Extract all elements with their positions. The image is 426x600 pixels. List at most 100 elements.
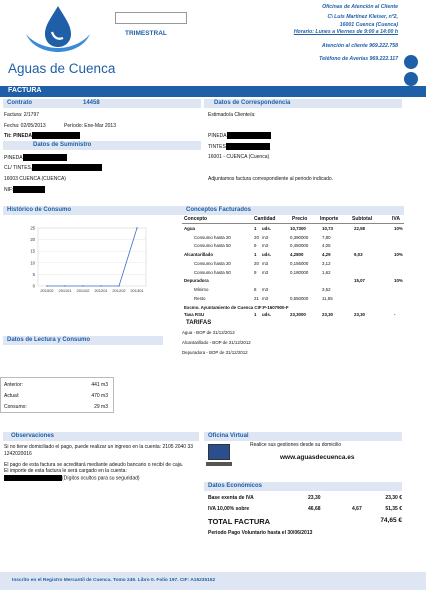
- reading-previous: Anterior: 441 m3: [4, 382, 108, 388]
- chart-point: [100, 285, 102, 287]
- fault-icon: [404, 72, 418, 86]
- concept-cell-u: m3: [262, 295, 269, 301]
- supply-nif: NIF:: [4, 186, 46, 193]
- tasa-row: Tasa RSU 1 uds. 23,3000 23,30 23,30 -: [184, 312, 396, 317]
- concepts-header: Concepto Cantidad Precio Importe Subtota…: [182, 216, 404, 224]
- concept-cell-i: 7,80: [322, 234, 331, 240]
- total-row: TOTAL FACTURA 74,65 €: [208, 517, 402, 526]
- concepts-title: Conceptos Facturados: [186, 207, 252, 213]
- concept-cell-p: 0,450000: [290, 243, 309, 249]
- concept-cell-s: 9,03: [354, 252, 363, 258]
- concept-cell-i: 11,55: [322, 295, 333, 301]
- logo: Aguas de Cuenca: [8, 4, 115, 76]
- concept-cell-p: 0,390000: [290, 234, 309, 240]
- chart-y-tick-label: 25: [30, 226, 35, 231]
- virtual-office-url[interactable]: www.aguasdecuenca.es: [280, 454, 355, 461]
- chart-x-tick-label: 201201: [94, 288, 108, 293]
- correspondence-bar: Datos de Correspondencia: [204, 99, 402, 108]
- invoice-period: Período: Ene-Mar 2013: [64, 123, 116, 129]
- supply-bar: Datos de Suministro: [3, 141, 201, 150]
- concept-cell-c: Alcantarillado: [184, 252, 214, 258]
- chart-point: [46, 285, 48, 287]
- concept-cell-i: 1,62: [322, 269, 331, 275]
- economics-bar: Datos Económicos: [204, 482, 402, 491]
- footer-registry: Inscrito en el Registro Mercantil de Cue…: [12, 578, 216, 583]
- concept-row: Resto 21 m3 0,550000 11,55: [182, 296, 404, 304]
- concept-cell-c: Mínimo: [194, 286, 209, 292]
- correspondence-greeting: Estimado/a Cliente/a:: [208, 112, 256, 118]
- concept-cell-c: Consumo hasta 50: [194, 269, 231, 275]
- concept-cell-s: 15,07: [354, 278, 365, 284]
- observations-text: Si no tiene domiciliado el pago, puede r…: [4, 444, 200, 482]
- concept-cell-p: 0,550000: [290, 295, 309, 301]
- concept-cell-q: 21: [254, 295, 259, 301]
- chart-y-tick-label: 15: [30, 249, 35, 254]
- office-title: Oficinas de Atención al Cliente: [322, 4, 398, 10]
- virtual-office-title: Oficina Virtual: [208, 433, 249, 439]
- reading-consumption: Consumo: 29 m3: [4, 404, 108, 410]
- concept-cell-s: 22,58: [354, 226, 365, 231]
- concept-row: Agua 1 uds. 10,7300 10,73 22,58 10%: [182, 226, 404, 234]
- supply-title: Datos de Suministro: [33, 142, 92, 148]
- billing-period-box: [115, 12, 187, 24]
- concept-cell-q: 9: [254, 269, 257, 275]
- fault-phone: Teléfono de Averías 969.222.117: [319, 56, 398, 63]
- virtual-office-text: Realice sus gestiones desde su domicilio: [250, 442, 342, 448]
- due-date: Periodo Pago Voluntario hasta el 30/06/2…: [208, 530, 313, 536]
- tarifa-agua: Agua - BOP de 31/12/2012: [182, 330, 235, 335]
- concept-cell-u: m3: [262, 234, 269, 240]
- concept-cell-q: 1: [254, 252, 257, 258]
- concept-cell-i: 4,05: [322, 243, 331, 249]
- concept-cell-i: 4,29: [322, 252, 331, 258]
- office-address-1: C\ Luis Martinez Kleiser, nº2,: [327, 14, 398, 21]
- concept-cell-q: 1: [254, 226, 257, 231]
- chart-x-tick-label: 201002: [40, 288, 54, 293]
- concept-cell-q: 20: [254, 234, 259, 240]
- concept-cell-u: uds.: [262, 252, 272, 258]
- economics-title: Datos Económicos: [208, 483, 263, 489]
- concept-cell-q: 9: [254, 243, 257, 249]
- history-title: Histórico de Consumo: [7, 207, 72, 213]
- concept-cell-c: Consumo hasta 20: [194, 234, 231, 240]
- concept-cell-v: 10%: [394, 252, 403, 258]
- concept-cell-p: 10,7300: [290, 226, 306, 231]
- water-drop-hands-icon: [26, 6, 90, 52]
- concept-cell-c: Consumo hasta 20: [194, 260, 231, 266]
- supply-city: 16003 CUENCA (CUENCA): [4, 176, 66, 182]
- observations-p2: El pago de esta factura se acreditará me…: [4, 461, 184, 468]
- factura-bar: FACTURA: [0, 86, 426, 97]
- iva-row: IVA 10,00% sobre 46,68 4,67 51,35 €: [208, 506, 402, 512]
- concept-cell-c: Agua: [184, 226, 195, 231]
- invoice-number: Factura: 2/1797: [4, 112, 40, 118]
- concept-row: Consumo hasta 20 20 m3 0,156000 3,12: [182, 261, 404, 269]
- history-bar: Histórico de Consumo: [3, 206, 201, 215]
- correspondence-name: PINEDA: [208, 132, 271, 139]
- holder-name: Tit: PINEDA: [4, 132, 32, 139]
- concept-cell-c: Depuradora: [184, 278, 209, 284]
- concept-cell-q: 20: [254, 260, 259, 266]
- concept-row: Consumo hasta 20 20 m3 0,390000 7,80: [182, 235, 404, 243]
- chart-point: [118, 285, 120, 287]
- supply-address: CL/ TINTES,: [4, 164, 103, 171]
- chart-y-tick-label: 10: [30, 260, 35, 265]
- office-hours: Horario: Lunes a Viernes de 9:00 a 14:00…: [293, 29, 398, 36]
- concept-cell-u: m3: [262, 260, 269, 266]
- tarifa-depuradora: Depuradora - BOP de 31/12/2012: [182, 350, 248, 355]
- tarifa-alcantarillado: Alcantarillado - BOP de 31/12/2012: [182, 340, 251, 345]
- concept-cell-u: uds.: [262, 226, 272, 231]
- contract-label: Contrato: [7, 100, 32, 106]
- contract-number: 14458: [83, 100, 100, 106]
- concept-cell-v: 10%: [394, 278, 403, 284]
- tarifas-title: TARIFAS: [186, 320, 212, 326]
- observations-p1: Si no tiene domiciliado el pago, puede r…: [4, 444, 194, 457]
- billing-period-label: TRIMESTRAL: [125, 30, 167, 37]
- chart-y-tick-label: 20: [30, 237, 35, 242]
- base-row: Base exenta de IVA 23,30 23,30 €: [208, 495, 402, 501]
- reading-title: Datos de Lectura y Consumo: [7, 337, 91, 343]
- concept-cell-c: Consumo hasta 50: [194, 243, 231, 249]
- office-address-2: 16001 Cuenca (Cuenca): [339, 21, 398, 28]
- concept-cell-p: 0,180000: [290, 269, 309, 275]
- chart-point: [82, 285, 84, 287]
- concepts-bar: Conceptos Facturados: [182, 206, 404, 215]
- reading-current: Actual: 470 m3: [4, 393, 108, 399]
